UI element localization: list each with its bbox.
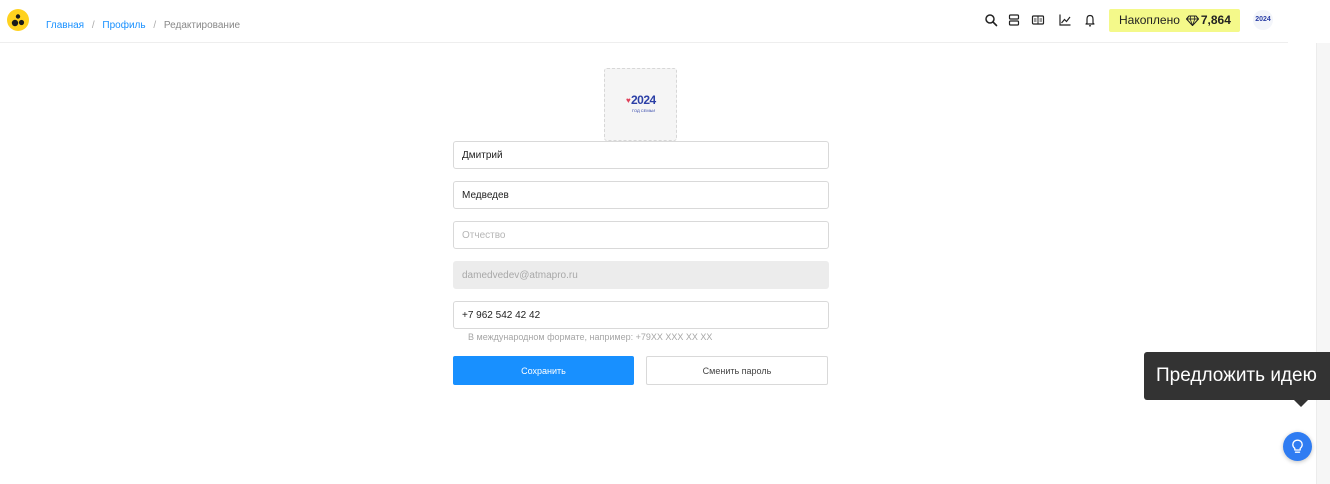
change-password-button[interactable]: Сменить пароль: [646, 356, 828, 385]
middle-name-field[interactable]: [453, 221, 829, 249]
app-logo[interactable]: [7, 9, 29, 31]
email-field: [453, 261, 829, 289]
save-button[interactable]: Сохранить: [453, 356, 634, 385]
breadcrumb: Главная / Профиль / Редактирование: [46, 20, 240, 31]
search-icon[interactable]: [983, 12, 999, 28]
phone-hint: В международном формате, например: +79XX…: [468, 332, 713, 342]
tooltip-arrow: [1294, 400, 1308, 407]
last-name-field[interactable]: [453, 181, 829, 209]
top-header: Главная / Профиль / Редактирование Накоп…: [0, 0, 1288, 43]
user-avatar[interactable]: 2024: [1253, 10, 1273, 30]
logo-mark-icon: [11, 14, 25, 27]
accumulated-points-badge[interactable]: Накоплено 7,864: [1109, 9, 1240, 32]
suggest-idea-button[interactable]: [1283, 432, 1312, 461]
diamond-icon: [1185, 11, 1199, 34]
avatar-image: ♥ 2024 ГОД СЕМЬИ: [623, 93, 661, 119]
lightbulb-icon: [1292, 439, 1303, 453]
avatar-logo-subtitle: ГОД СЕМЬИ: [632, 108, 656, 113]
breadcrumb-profile[interactable]: Профиль: [102, 20, 145, 31]
breadcrumb-home[interactable]: Главная: [46, 20, 84, 31]
breadcrumb-separator: /: [153, 20, 157, 31]
chart-icon[interactable]: [1057, 12, 1073, 28]
bell-icon[interactable]: [1082, 12, 1098, 28]
first-name-field[interactable]: [453, 141, 829, 169]
page-scrollbar[interactable]: [1316, 43, 1330, 484]
breadcrumb-separator: /: [91, 20, 95, 31]
accumulated-points: 7,864: [1200, 13, 1231, 27]
card-icon[interactable]: [1030, 12, 1046, 28]
accumulated-label: Накоплено: [1119, 13, 1180, 27]
phone-field[interactable]: [453, 301, 829, 329]
breadcrumb-current: Редактирование: [163, 20, 241, 31]
avatar-upload[interactable]: ♥ 2024 ГОД СЕМЬИ: [604, 68, 677, 141]
avatar-logo-year: 2024: [631, 93, 656, 107]
suggest-idea-tooltip: Предложить идею: [1144, 352, 1330, 400]
list-icon[interactable]: [1006, 12, 1022, 28]
